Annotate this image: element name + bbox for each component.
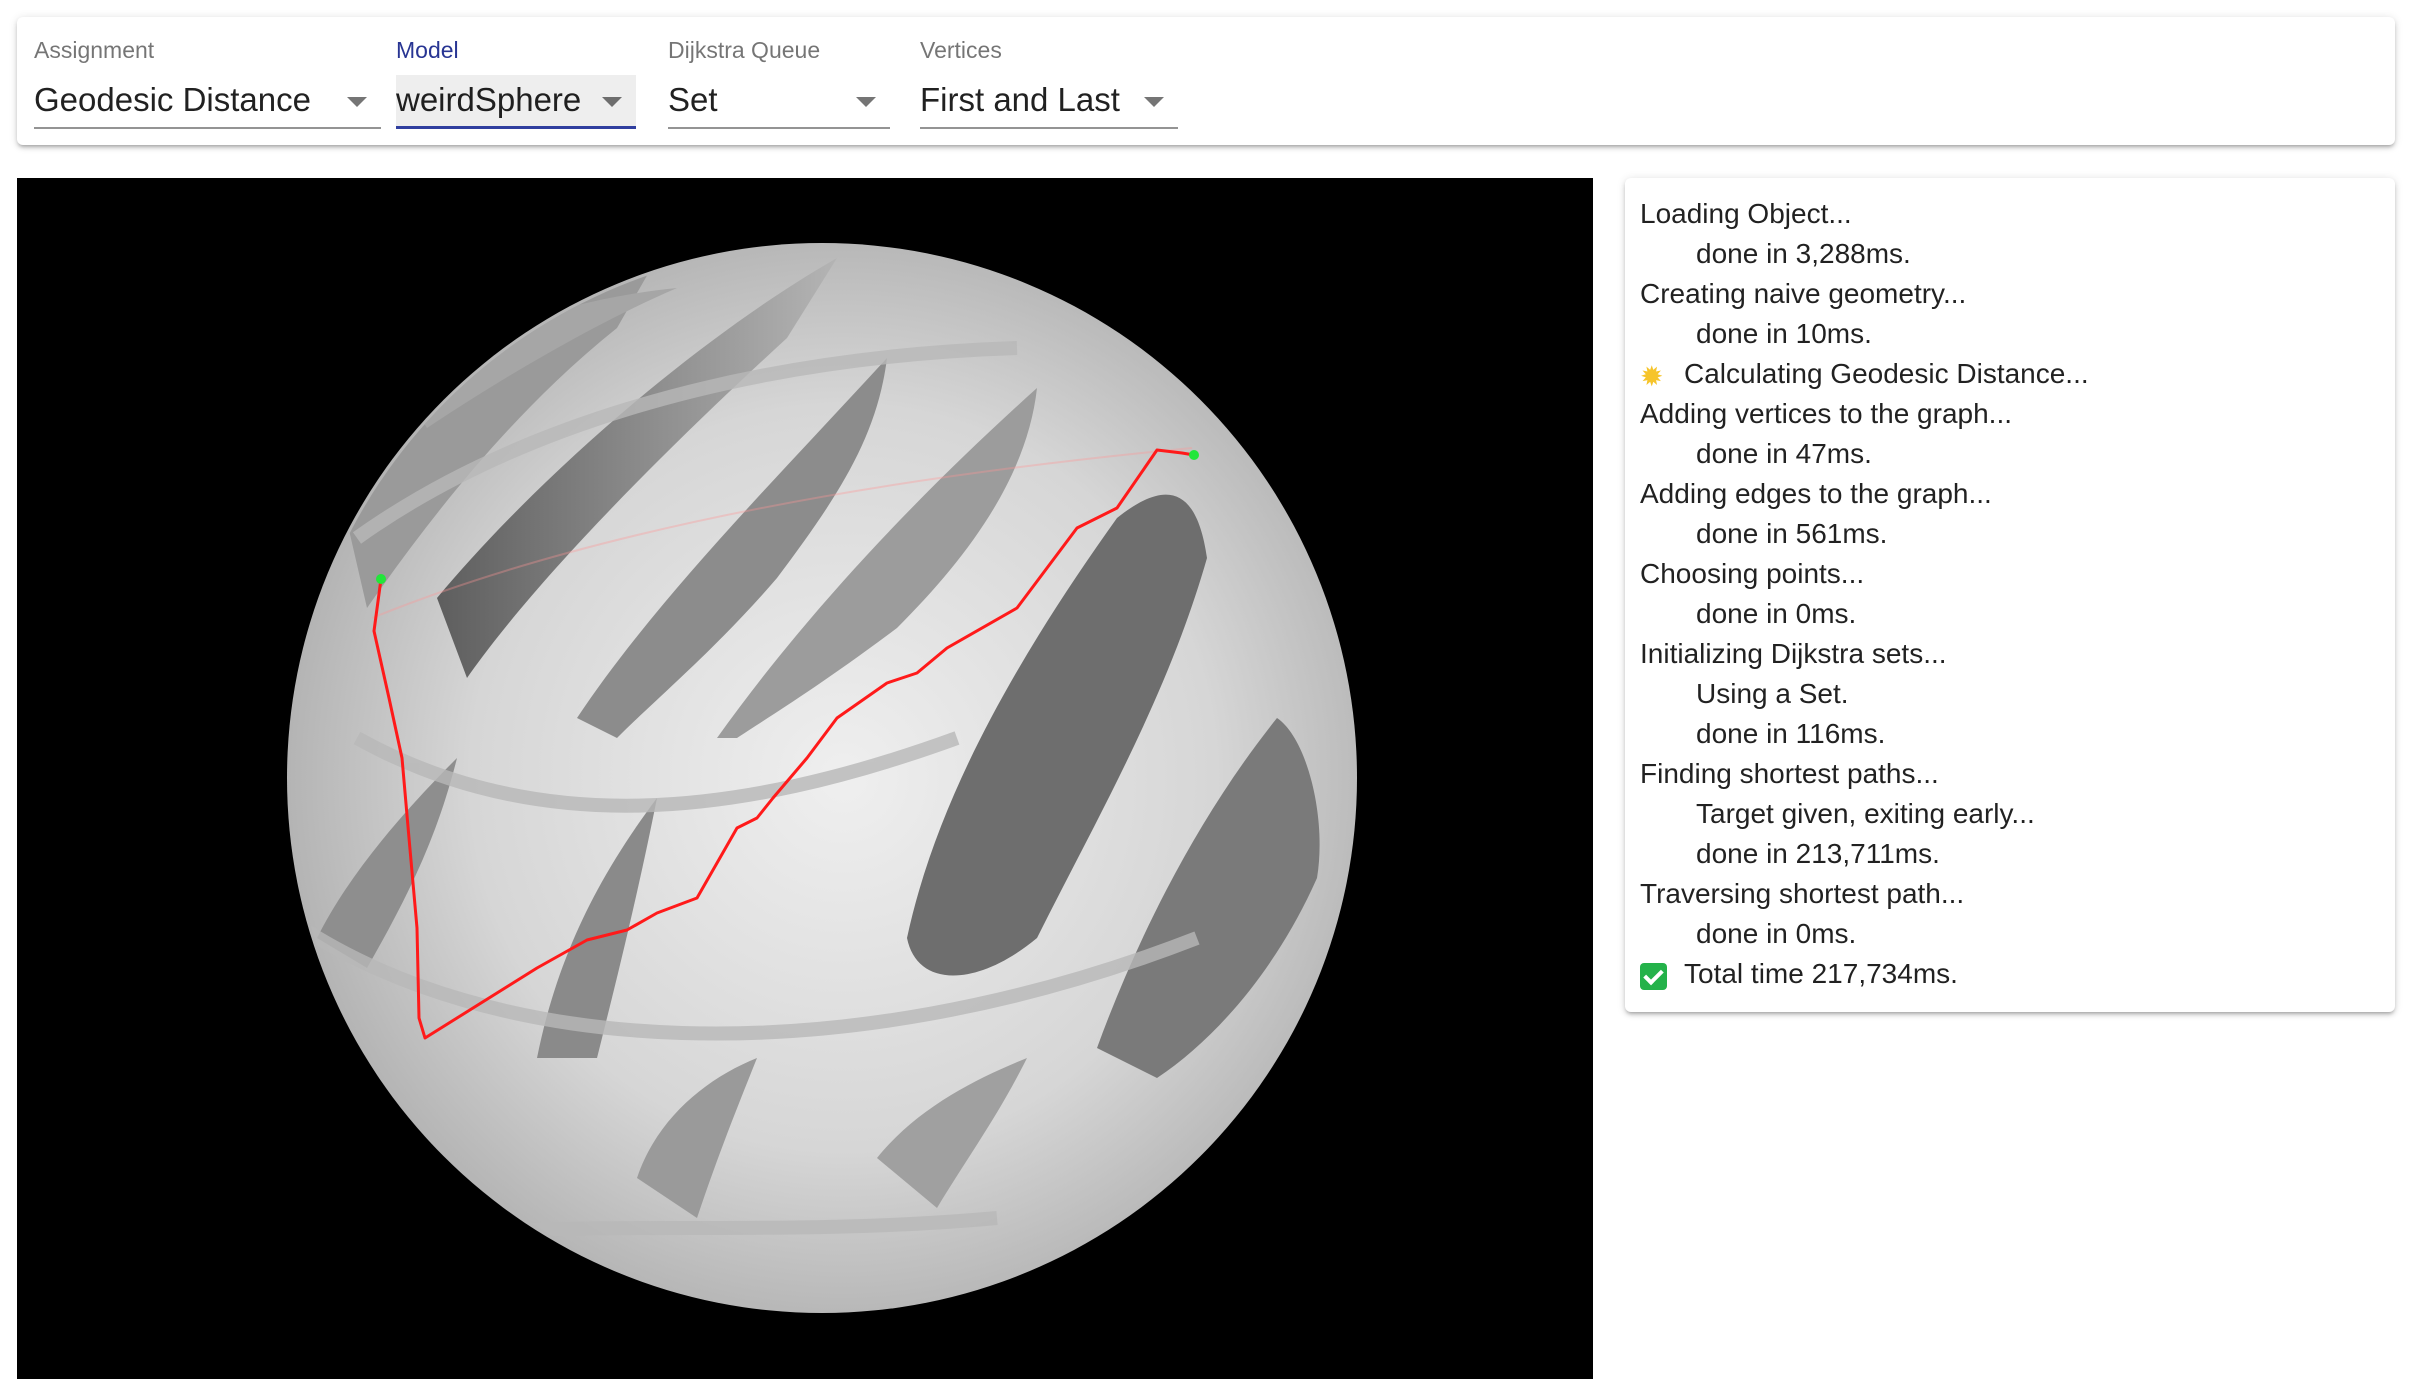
settings-toolbar: Assignment Geodesic Distance Model weird… bbox=[17, 17, 2395, 145]
log-line: done in 116ms. bbox=[1640, 714, 2395, 754]
log-text: done in 0ms. bbox=[1696, 918, 1857, 949]
log-line: Adding vertices to the graph... bbox=[1640, 394, 2395, 434]
log-panel: Loading Object... done in 3,288ms. Creatin… bbox=[1625, 178, 2395, 1012]
log-line: done in 10ms. bbox=[1640, 314, 2395, 354]
assignment-select[interactable]: Geodesic Distance bbox=[34, 75, 381, 129]
check-icon bbox=[1640, 957, 1670, 997]
log-text: Adding edges to the graph... bbox=[1640, 478, 1992, 509]
model-label: Model bbox=[396, 37, 459, 63]
log-text: done in 213,711ms. bbox=[1696, 838, 1940, 869]
log-text: Target given, exiting early... bbox=[1696, 798, 2035, 829]
log-line: done in 47ms. bbox=[1640, 434, 2395, 474]
log-text: Choosing points... bbox=[1640, 558, 1865, 589]
model-field: Model weirdSphere bbox=[396, 17, 636, 145]
log-text: done in 47ms. bbox=[1696, 438, 1872, 469]
log-line: done in 213,711ms. bbox=[1640, 834, 2395, 874]
log-line: Traversing shortest path... bbox=[1640, 874, 2395, 914]
log-line: Finding shortest paths... bbox=[1640, 754, 2395, 794]
vertices-field: Vertices First and Last bbox=[920, 17, 1178, 145]
log-line: Adding edges to the graph... bbox=[1640, 474, 2395, 514]
log-text: Initializing Dijkstra sets... bbox=[1640, 638, 1947, 669]
log-line: Using a Set. bbox=[1640, 674, 2395, 714]
log-text: done in 116ms. bbox=[1696, 718, 1886, 749]
assignment-field: Assignment Geodesic Distance bbox=[34, 17, 381, 145]
dijkstra-queue-label: Dijkstra Queue bbox=[668, 37, 821, 63]
vertices-value: First and Last bbox=[920, 81, 1120, 118]
log-text: Calculating Geodesic Distance... bbox=[1684, 358, 2089, 389]
log-line: done in 0ms. bbox=[1640, 914, 2395, 954]
model-select[interactable]: weirdSphere bbox=[396, 75, 636, 129]
log-text: Total time 217,734ms. bbox=[1684, 958, 1958, 989]
log-line: Initializing Dijkstra sets... bbox=[1640, 634, 2395, 674]
log-line: Target given, exiting early... bbox=[1640, 794, 2395, 834]
log-text: done in 0ms. bbox=[1696, 598, 1857, 629]
log-list: Loading Object... done in 3,288ms. Creatin… bbox=[1640, 194, 2395, 994]
dijkstra-queue-value: Set bbox=[668, 81, 718, 118]
dropdown-arrow-icon bbox=[1144, 97, 1164, 107]
log-text: Traversing shortest path... bbox=[1640, 878, 1965, 909]
model-render bbox=[287, 243, 1357, 1313]
vertices-label: Vertices bbox=[920, 37, 1002, 63]
dijkstra-queue-select[interactable]: Set bbox=[668, 75, 890, 129]
vertices-select[interactable]: First and Last bbox=[920, 75, 1178, 129]
assignment-label: Assignment bbox=[34, 37, 155, 63]
dropdown-arrow-icon bbox=[856, 97, 876, 107]
model-value: weirdSphere bbox=[396, 81, 582, 118]
log-text: Using a Set. bbox=[1696, 678, 1849, 709]
log-line: done in 3,288ms. bbox=[1640, 234, 2395, 274]
log-text: Creating naive geometry... bbox=[1640, 278, 1967, 309]
dropdown-arrow-icon bbox=[347, 97, 367, 107]
assignment-value: Geodesic Distance bbox=[34, 81, 311, 118]
log-line: done in 0ms. bbox=[1640, 594, 2395, 634]
3d-viewport[interactable] bbox=[17, 178, 1593, 1379]
dijkstra-queue-field: Dijkstra Queue Set bbox=[668, 17, 890, 145]
log-line: Creating naive geometry... bbox=[1640, 274, 2395, 314]
log-text: Adding vertices to the graph... bbox=[1640, 398, 2012, 429]
start-vertex-marker bbox=[376, 574, 386, 584]
log-line: Choosing points... bbox=[1640, 554, 2395, 594]
dropdown-arrow-icon bbox=[602, 97, 622, 107]
end-vertex-marker bbox=[1189, 450, 1199, 460]
log-text: Loading Object... bbox=[1640, 198, 1852, 229]
log-line: Total time 217,734ms. bbox=[1640, 954, 2395, 994]
log-line: ✹ Calculating Geodesic Distance... bbox=[1640, 354, 2395, 394]
log-text: Finding shortest paths... bbox=[1640, 758, 1939, 789]
sun-icon: ✹ bbox=[1640, 361, 1664, 392]
log-text: done in 3,288ms. bbox=[1696, 238, 1911, 269]
log-line: Loading Object... bbox=[1640, 194, 2395, 234]
log-text: done in 561ms. bbox=[1696, 518, 1888, 549]
log-line: done in 561ms. bbox=[1640, 514, 2395, 554]
log-text: done in 10ms. bbox=[1696, 318, 1872, 349]
